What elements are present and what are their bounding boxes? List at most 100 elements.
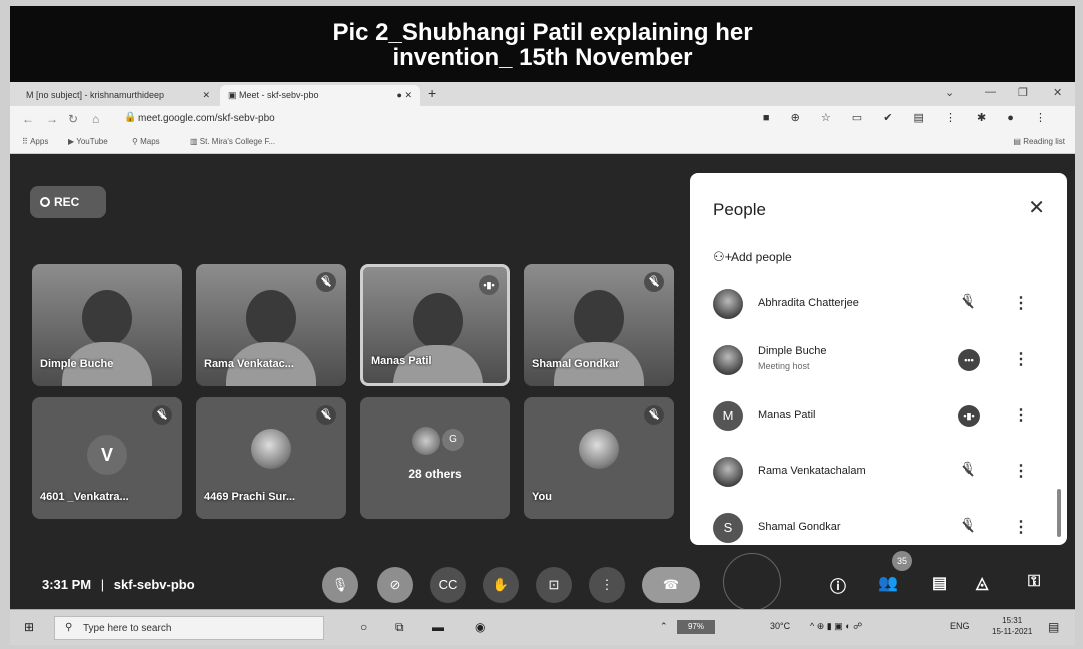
temperature: 30°C bbox=[770, 621, 791, 631]
people-icon[interactable]: 👥 bbox=[878, 573, 898, 593]
home-icon[interactable]: ⌂ bbox=[92, 112, 99, 126]
participant-tile[interactable]: 🎙 4469 Prachi Sur... bbox=[196, 397, 346, 519]
bookmark-youtube[interactable]: ▶ YouTube bbox=[68, 137, 108, 146]
mic-off-button[interactable]: 🎙 bbox=[322, 567, 358, 603]
participant-name: 4469 Prachi Sur... bbox=[204, 491, 296, 503]
others-tile[interactable]: G 28 others bbox=[360, 397, 510, 519]
battery-indicator: 97% bbox=[677, 620, 715, 634]
close-tab-icon[interactable]: ● ✕ bbox=[397, 90, 412, 101]
participant-row[interactable]: Dimple Buche Meeting host ••• ⋮ bbox=[713, 341, 1053, 381]
chrome-icon[interactable]: ◉ bbox=[475, 620, 485, 634]
participant-tile[interactable]: •▮• Manas Patil bbox=[360, 264, 510, 386]
mic-off-icon: 🎙 bbox=[958, 517, 978, 537]
back-icon[interactable]: ← bbox=[22, 112, 34, 126]
chevron-down-icon[interactable]: ⌄ bbox=[945, 86, 954, 99]
url-field[interactable]: meet.google.com/skf-sebv-pbo bbox=[138, 113, 275, 124]
more-options-icon[interactable]: ⋮ bbox=[1013, 349, 1029, 369]
lock-icon: 🔒 bbox=[124, 112, 137, 123]
language-indicator[interactable]: ENG bbox=[950, 621, 970, 631]
participant-video bbox=[413, 293, 463, 349]
participant-row[interactable]: S Shamal Gondkar 🎙 ⋮ bbox=[713, 509, 1053, 545]
tab-gmail[interactable]: M [no subject] - krishnamurthideep ✕ bbox=[18, 85, 218, 106]
bookmark-apps[interactable]: ⠿ Apps bbox=[22, 137, 48, 146]
participant-name: Shamal Gondkar bbox=[532, 358, 620, 370]
reading-list-button[interactable]: ▤ Reading list bbox=[1013, 137, 1065, 146]
hand-icon: ✋ bbox=[492, 577, 510, 592]
activities-icon[interactable]: ◬ bbox=[976, 573, 988, 593]
participant-name: Shamal Gondkar bbox=[758, 521, 841, 533]
maximize-icon[interactable]: ❐ bbox=[1018, 86, 1028, 99]
screenshot: Pic 2_Shubhangi Patil explaining her inv… bbox=[0, 0, 1083, 649]
meet-area: REC Dimple Buche 🎙 Rama Venkatac... •▮• … bbox=[10, 154, 1075, 609]
info-icon[interactable]: ⓘ bbox=[830, 573, 846, 597]
mic-off-icon: 🎙 bbox=[958, 461, 978, 481]
bookmarks-bar: ⠿ Apps ▶ YouTube ⚲ Maps ▥ St. Mira's Col… bbox=[10, 132, 1075, 154]
scrollbar[interactable] bbox=[1057, 489, 1061, 537]
tab-label: Meet - skf-sebv-pbo bbox=[239, 90, 319, 100]
extension-icons[interactable]: ■ ⊕ ☆ ▭ ✔ ▤ ⋮ ✱ ● ⋮ bbox=[763, 111, 1055, 124]
taskbar-clock[interactable]: 15:31 15-11-2021 bbox=[992, 615, 1032, 637]
chevron-up-icon[interactable]: ⌃ bbox=[660, 621, 668, 632]
mic-off-icon: 🎙 bbox=[644, 272, 664, 292]
others-count: 28 others bbox=[408, 467, 462, 481]
bookmark-college[interactable]: ▥ St. Mira's College F... bbox=[190, 137, 275, 146]
mic-off-icon: 🎙 bbox=[958, 293, 978, 313]
self-tile[interactable]: 🎙 You bbox=[524, 397, 674, 519]
cortana-icon[interactable]: ○ bbox=[360, 620, 367, 634]
present-button[interactable]: ⊡ bbox=[536, 567, 572, 603]
participant-row[interactable]: M Manas Patil •▮• ⋮ bbox=[713, 397, 1053, 437]
taskbar-search-input[interactable]: ⚲ Type here to search bbox=[54, 616, 324, 640]
more-options-icon: ⋮ bbox=[600, 577, 614, 592]
avatar bbox=[713, 289, 743, 319]
minimize-icon[interactable]: — bbox=[985, 86, 996, 98]
participant-name: Rama Venkatachalam bbox=[758, 465, 866, 477]
avatar: S bbox=[713, 513, 743, 543]
task-view-icon[interactable]: ⧉ bbox=[395, 620, 404, 635]
participant-tile[interactable]: 🎙 Shamal Gondkar bbox=[524, 264, 674, 386]
captions-button[interactable]: CC bbox=[430, 567, 466, 603]
chat-icon[interactable]: ▤ bbox=[932, 573, 947, 593]
bookmark-label: Maps bbox=[140, 137, 160, 146]
tab-meet[interactable]: ▣ Meet - skf-sebv-pbo ● ✕ bbox=[220, 85, 420, 106]
bookmark-maps[interactable]: ⚲ Maps bbox=[132, 137, 160, 146]
raise-hand-button[interactable]: ✋ bbox=[483, 567, 519, 603]
notification-icon[interactable]: ▤ bbox=[1048, 620, 1059, 634]
add-people-button[interactable]: ⚇+Add people bbox=[713, 249, 792, 265]
reload-icon[interactable]: ↻ bbox=[68, 112, 78, 126]
search-placeholder: Type here to search bbox=[83, 623, 172, 634]
forward-icon[interactable]: → bbox=[46, 112, 58, 126]
more-options-icon[interactable]: ⋮ bbox=[1013, 293, 1029, 313]
people-panel: People ✕ ⚇+Add people Abhradita Chatterj… bbox=[690, 173, 1067, 545]
close-window-icon[interactable]: ✕ bbox=[1053, 86, 1062, 99]
new-tab-icon[interactable]: + bbox=[428, 85, 436, 101]
speaking-icon: ••• bbox=[958, 349, 980, 371]
participant-tile[interactable]: 🎙 Rama Venkatac... bbox=[196, 264, 346, 386]
participant-tile[interactable]: Dimple Buche bbox=[32, 264, 182, 386]
host-controls-icon[interactable]: ⚿ bbox=[1028, 573, 1040, 591]
mic-off-icon: 🎙 bbox=[644, 405, 664, 425]
more-options-icon[interactable]: ⋮ bbox=[1013, 405, 1029, 425]
leave-call-button[interactable]: ☎ bbox=[642, 567, 700, 603]
bookmark-label: Apps bbox=[30, 137, 49, 146]
participant-row[interactable]: Rama Venkatachalam 🎙 ⋮ bbox=[713, 453, 1053, 493]
clock-date: 15-11-2021 bbox=[992, 627, 1033, 636]
participant-row[interactable]: Abhradita Chatterjee 🎙 ⋮ bbox=[713, 285, 1053, 325]
windows-taskbar: ⊞ ⚲ Type here to search ○ ⧉ ▬ ◉ ⌃ 97% 30… bbox=[10, 609, 1075, 645]
windows-start-icon[interactable]: ⊞ bbox=[24, 620, 34, 634]
present-icon: ⊡ bbox=[548, 577, 560, 592]
system-tray-icons[interactable]: ^ ⊕ ▮ ▣ ◐ ☍ bbox=[810, 621, 862, 632]
tab-label: [no subject] - krishnamurthideep bbox=[36, 90, 165, 100]
participant-name: Manas Patil bbox=[758, 409, 816, 421]
more-options-icon[interactable]: ⋮ bbox=[1013, 461, 1029, 481]
gmail-icon: M bbox=[26, 90, 36, 100]
participant-name: Manas Patil bbox=[371, 355, 432, 367]
more-options-icon[interactable]: ⋮ bbox=[1013, 517, 1029, 537]
close-tab-icon[interactable]: ✕ bbox=[202, 90, 210, 101]
participant-tile[interactable]: 🎙 V 4601 _Venkatra... bbox=[32, 397, 182, 519]
close-icon[interactable]: ✕ bbox=[1028, 195, 1045, 220]
avatar bbox=[579, 429, 619, 469]
participant-name: You bbox=[532, 491, 552, 503]
file-explorer-icon[interactable]: ▬ bbox=[432, 620, 444, 634]
more-options-button[interactable]: ⋮ bbox=[589, 567, 625, 603]
camera-off-button[interactable]: ⊘ bbox=[377, 567, 413, 603]
